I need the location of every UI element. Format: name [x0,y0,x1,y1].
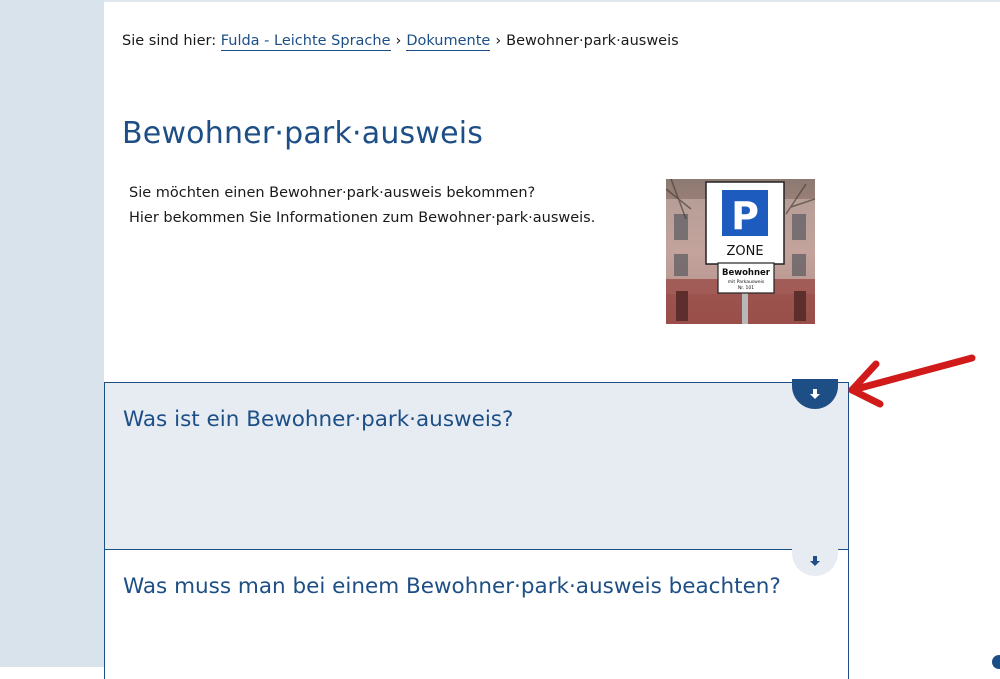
breadcrumb: Sie sind hier: Fulda - Leichte Sprache › D… [122,33,679,51]
parking-sign-photo: P ZONE Bewohner mit Parkausweis Nr. 101 [666,179,815,324]
breadcrumb-separator: › [495,33,502,49]
parking-sign-image: P ZONE Bewohner mit Parkausweis Nr. 101 [666,179,815,324]
left-side-band [0,0,104,667]
sign-zone-label: ZONE [726,244,763,259]
breadcrumb-link-home[interactable]: Fulda - Leichte Sprache [220,33,391,51]
intro-line-1: Sie möchten einen Bewohner·park·ausweis … [129,185,536,201]
arrow-down-icon [810,389,820,399]
top-border [104,0,1000,2]
breadcrumb-separator: › [395,33,402,49]
accordion-title-1[interactable]: Was ist ein Bewohner·park·ausweis? [123,407,513,432]
breadcrumb-link-documents[interactable]: Dokumente [406,33,491,51]
intro-text: Sie möchten einen Bewohner·park·ausweis … [129,181,595,231]
accordion-toggle-2[interactable] [792,546,838,576]
accordion-toggle-1[interactable] [792,379,838,409]
sub-sign-line3: Nr. 101 [738,285,754,291]
accordion-item-2[interactable]: Was muss man bei einem Bewohner·park·aus… [104,546,849,679]
breadcrumb-prefix: Sie sind hier: [122,33,217,49]
red-arrow-annotation-icon [848,354,976,408]
accordion-item-1[interactable]: Was ist ein Bewohner·park·ausweis? [104,379,849,550]
sub-sign-line1: Bewohner [722,268,771,278]
sub-sign-line2: mit Parkausweis [728,279,765,285]
sign-letter: P [731,194,759,238]
page-title: Bewohner·park·ausweis [122,116,484,151]
breadcrumb-current: Bewohner·park·ausweis [506,33,679,49]
accordion-title-2[interactable]: Was muss man bei einem Bewohner·park·aus… [123,574,781,599]
intro-line-2: Hier bekommen Sie Informationen zum Bewo… [129,210,596,226]
arrow-down-icon [810,556,820,566]
